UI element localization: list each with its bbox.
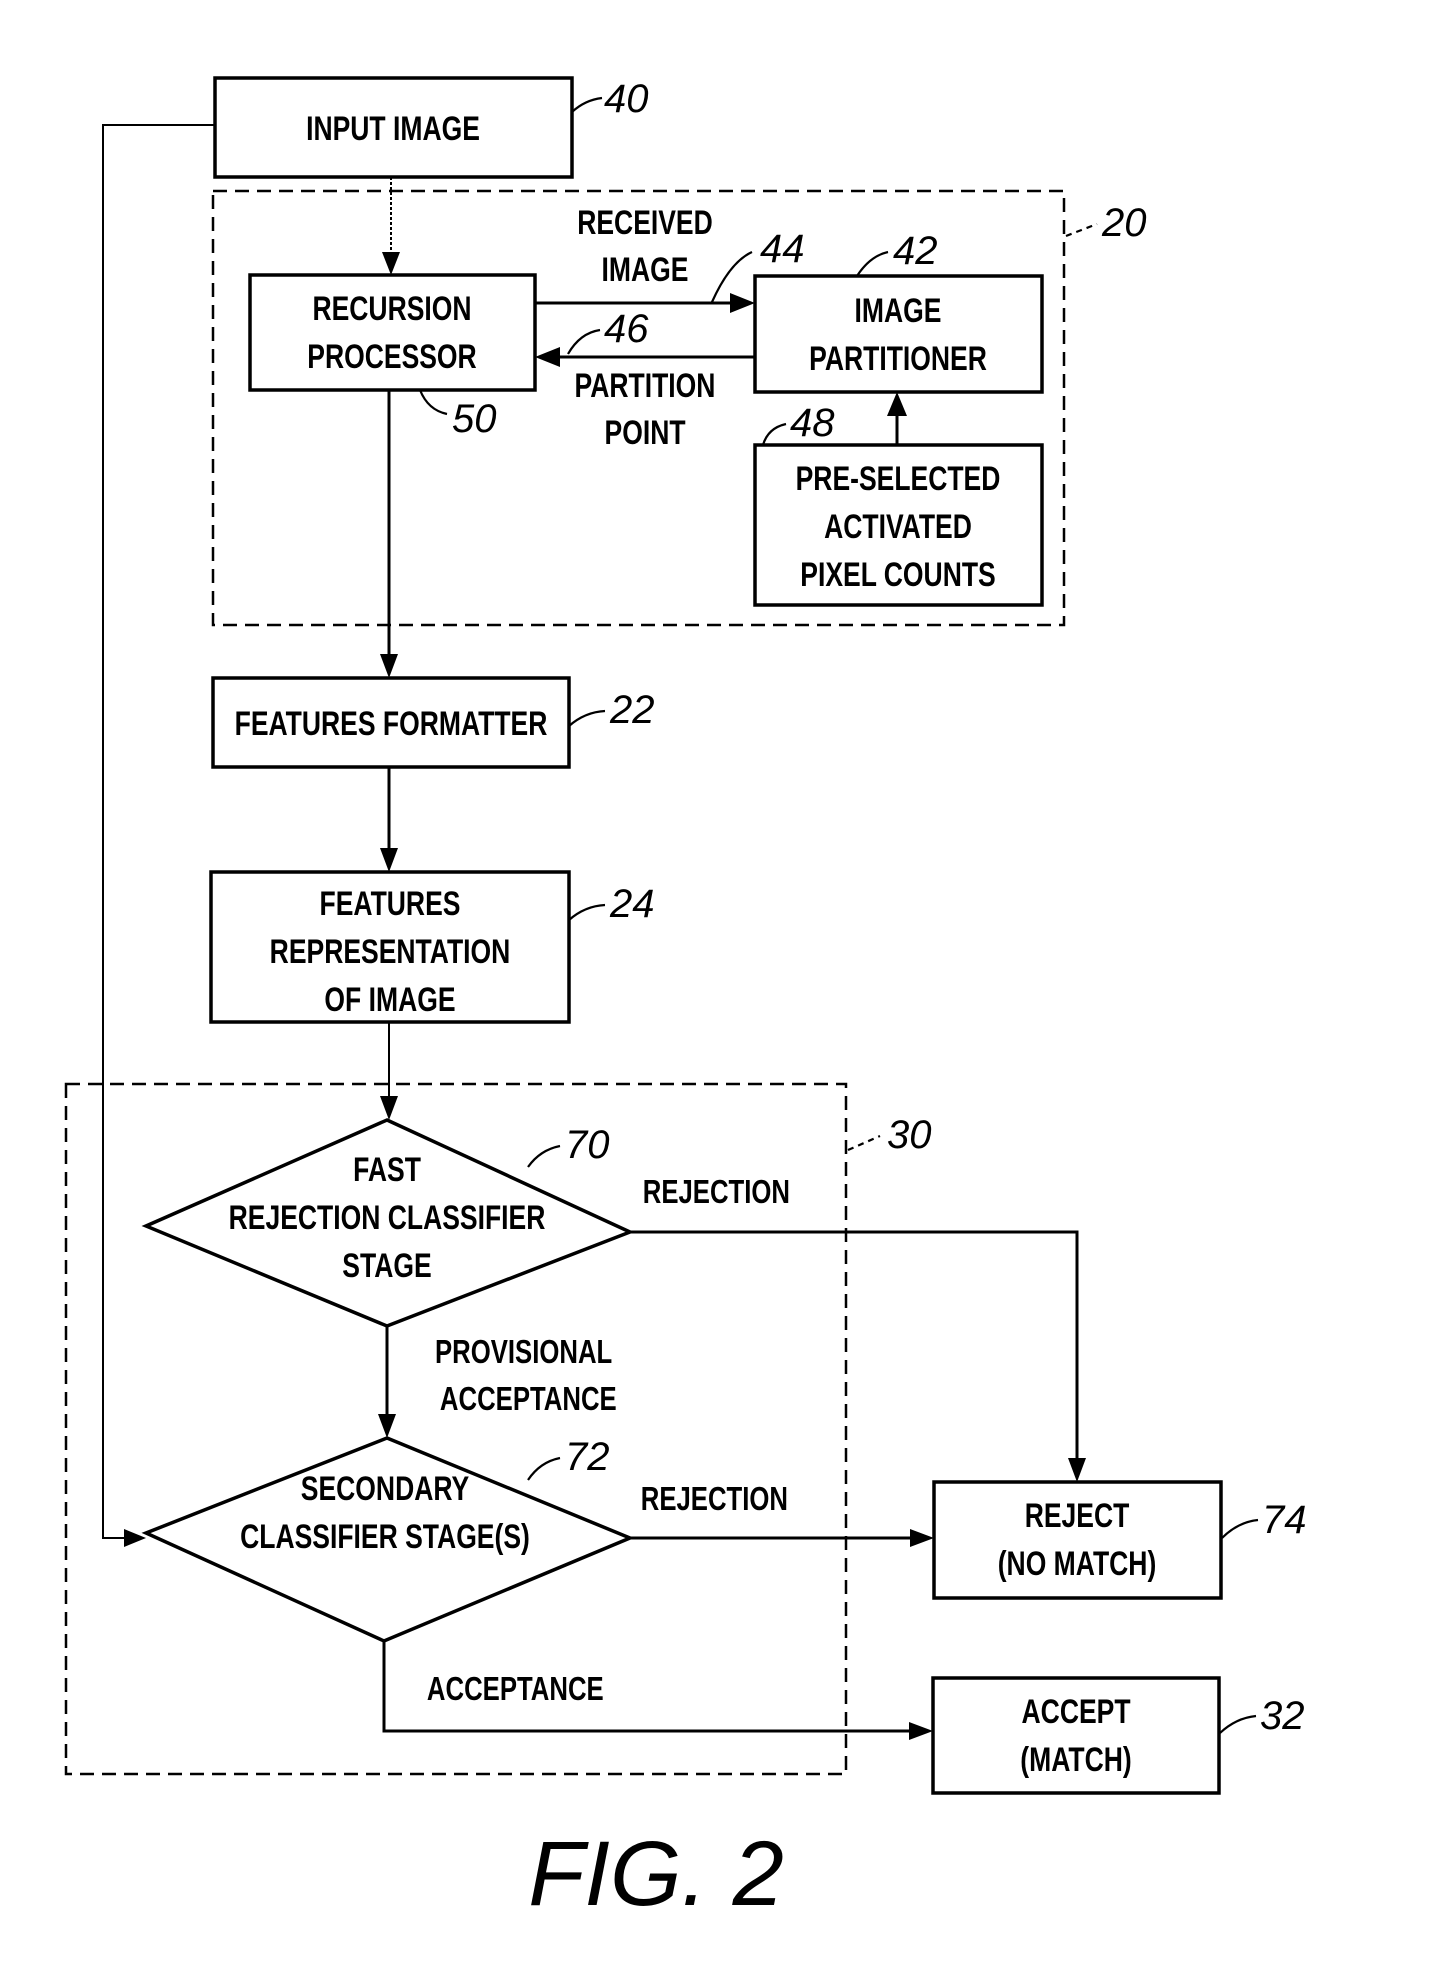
fast-rejection-edge-label: REJECTION	[643, 1174, 790, 1211]
reject-box: REJECT (NO MATCH)	[932, 1480, 1223, 1600]
connector-counts-to-partitioner	[887, 392, 907, 445]
recursion-processor-label-line2: PROCESSOR	[307, 338, 476, 376]
flowchart-figure: INPUT IMAGE RECURSION PROCESSOR IMAGE PA…	[64, 76, 1307, 1925]
ref-24-label: 24	[609, 882, 655, 926]
preselected-counts-label-line3: PIXEL COUNTS	[800, 556, 995, 594]
ref-48-label: 48	[790, 401, 835, 445]
ref-72-label: 72	[565, 1435, 610, 1479]
ref-72: 72	[527, 1435, 610, 1481]
features-representation-label-line2: REPRESENTATION	[270, 933, 511, 971]
image-partitioner-label-line1: IMAGE	[855, 292, 942, 330]
features-formatter-label: FEATURES FORMATTER	[235, 705, 548, 743]
fast-stage-label-line1: FAST	[353, 1151, 421, 1189]
ref-46-label: 46	[604, 307, 649, 351]
input-image-box: INPUT IMAGE	[213, 76, 574, 179]
accept-label-line1: ACCEPT	[1022, 1693, 1131, 1731]
fast-rejection-stage-diamond: FAST REJECTION CLASSIFIER STAGE	[141, 1118, 635, 1328]
ref-50: 50	[418, 389, 497, 441]
ref-70: 70	[527, 1123, 610, 1168]
features-representation-label-line3: OF IMAGE	[324, 981, 455, 1019]
ref-22: 22	[568, 688, 655, 732]
ref-42: 42	[856, 229, 938, 277]
ref-42-label: 42	[893, 229, 938, 273]
partition-point-label-line1: PARTITION	[575, 367, 716, 405]
ref-20-label: 20	[1101, 201, 1147, 245]
provisional-acceptance-label-line2: ACCEPTANCE	[440, 1381, 617, 1418]
received-image-label-line2: IMAGE	[602, 251, 689, 289]
connector-secondary-rejection	[630, 1529, 934, 1547]
ref-40: 40	[571, 77, 649, 121]
accept-label-line2: (MATCH)	[1020, 1741, 1131, 1779]
secondary-stage-diamond: SECONDARY CLASSIFIER STAGE(S)	[141, 1436, 635, 1643]
input-feedback-connector	[102, 124, 215, 1547]
input-image-label: INPUT IMAGE	[306, 110, 480, 148]
partition-point-label-line2: POINT	[605, 414, 686, 452]
ref-30: 30	[847, 1113, 932, 1157]
secondary-rejection-edge-label: REJECTION	[641, 1481, 788, 1518]
connector-recursion-to-formatter	[380, 390, 398, 678]
ref-50-label: 50	[452, 397, 497, 441]
secondary-stage-label-line1: SECONDARY	[301, 1470, 469, 1508]
ref-74: 74	[1221, 1498, 1307, 1542]
recursion-processor-box: RECURSION PROCESSOR	[248, 273, 537, 392]
reject-label-line1: REJECT	[1025, 1497, 1130, 1535]
ref-74-label: 74	[1262, 1498, 1307, 1542]
connector-fast-rejection	[630, 1230, 1086, 1482]
ref-48: 48	[761, 401, 835, 446]
preselected-counts-label-line2: ACTIVATED	[824, 508, 972, 546]
ref-20: 20	[1065, 201, 1147, 245]
ref-32: 32	[1219, 1694, 1305, 1738]
ref-24: 24	[568, 882, 655, 926]
ref-30-label: 30	[887, 1113, 932, 1157]
ref-40-label: 40	[604, 77, 649, 121]
preselected-counts-label-line1: PRE-SELECTED	[796, 460, 1001, 498]
fast-stage-label-line3: STAGE	[342, 1247, 431, 1285]
connector-provisional-acceptance	[378, 1326, 396, 1438]
image-partitioner-box: IMAGE PARTITIONER	[753, 274, 1044, 394]
fast-stage-label-line2: REJECTION CLASSIFIER	[229, 1199, 546, 1237]
features-representation-box: FEATURES REPRESENTATION OF IMAGE	[209, 870, 571, 1024]
received-image-label-line1: RECEIVED	[577, 204, 713, 242]
acceptance-edge-label: ACCEPTANCE	[427, 1671, 604, 1708]
accept-box: ACCEPT (MATCH)	[931, 1676, 1221, 1795]
ref-32-label: 32	[1260, 1694, 1305, 1738]
reject-label-line2: (NO MATCH)	[998, 1545, 1157, 1583]
connector-formatter-to-representation	[380, 767, 398, 872]
features-representation-label-line1: FEATURES	[320, 885, 461, 923]
figure-caption: FIG. 2	[528, 1823, 784, 1925]
features-formatter-box: FEATURES FORMATTER	[211, 676, 571, 769]
recursion-processor-label-line1: RECURSION	[312, 290, 471, 328]
connector-representation-to-fast-stage	[380, 1022, 398, 1120]
secondary-stage-label-line2: CLASSIFIER STAGE(S)	[240, 1518, 530, 1556]
ref-22-label: 22	[609, 688, 655, 732]
provisional-acceptance-label-line1: PROVISIONAL	[435, 1334, 612, 1371]
image-partitioner-label-line2: PARTITIONER	[809, 340, 987, 378]
ref-70-label: 70	[565, 1123, 610, 1167]
preselected-counts-box: PRE-SELECTED ACTIVATED PIXEL COUNTS	[753, 443, 1044, 607]
ref-44-label: 44	[760, 227, 805, 271]
ref-46: 46	[567, 307, 649, 355]
